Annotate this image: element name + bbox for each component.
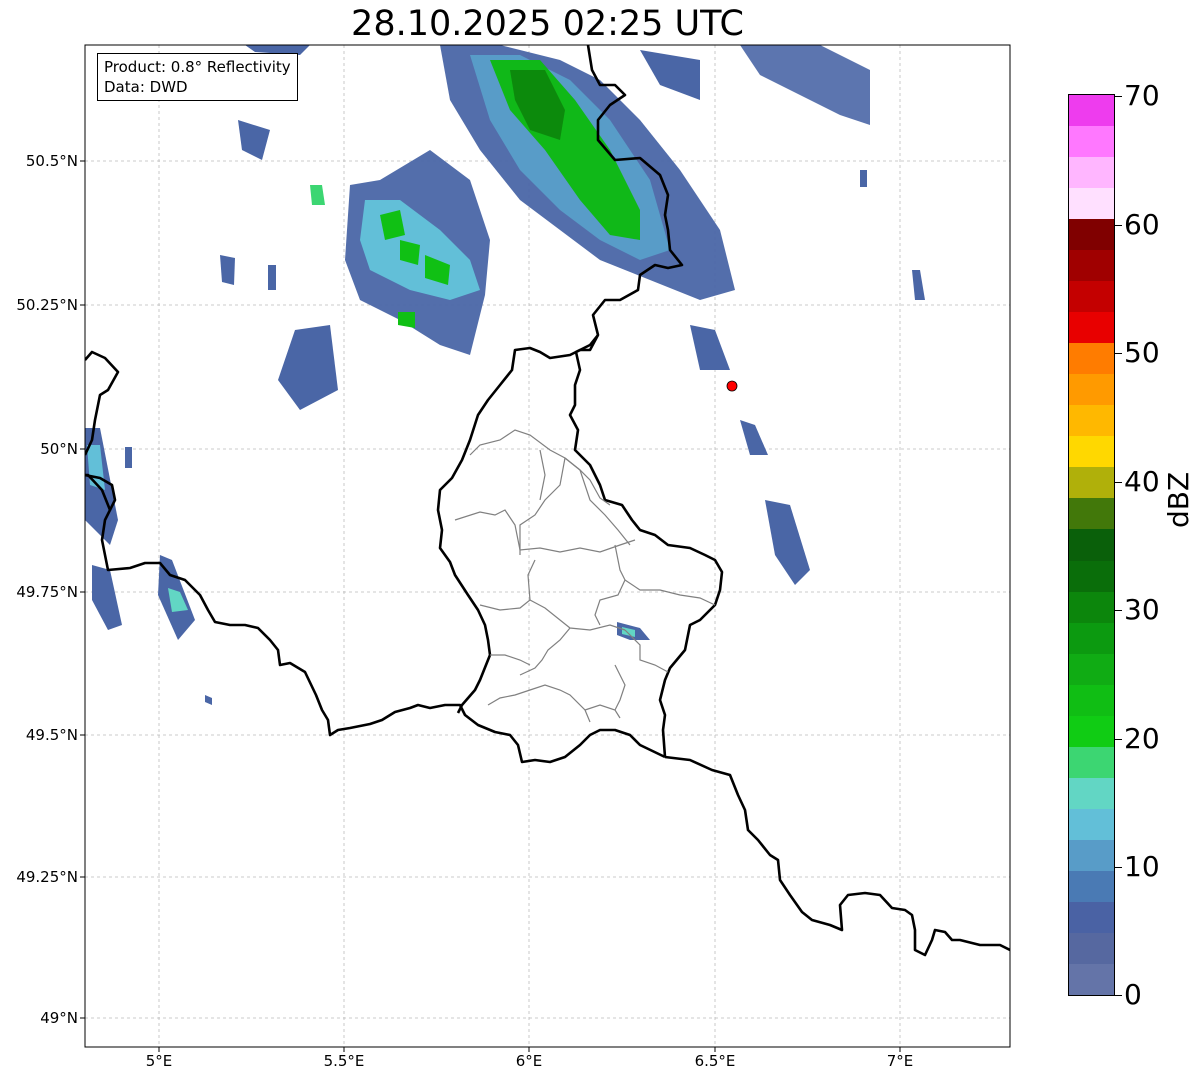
echo-small-1: [238, 120, 270, 160]
colorbar: [1068, 94, 1115, 996]
colorbar-tick: [1114, 867, 1122, 868]
colorbar-segment: [1069, 404, 1114, 437]
echo-small-5: [690, 325, 730, 370]
colorbar-segment: [1069, 125, 1114, 158]
product-label: Product: 0.8° Reflectivity: [104, 58, 291, 76]
location-marker[interactable]: [726, 380, 738, 392]
colorbar-segment: [1069, 187, 1114, 220]
colorbar-segment: [1069, 560, 1114, 592]
echo-far-west-2: [92, 565, 122, 630]
colorbar-segment: [1069, 249, 1114, 282]
district-lines: [454, 429, 716, 723]
colorbar-tick: [1114, 225, 1122, 226]
colorbar-segment: [1069, 746, 1114, 778]
colorbar-label: 20: [1124, 722, 1160, 755]
colorbar-segment: [1069, 653, 1114, 685]
lat-label: 50°N: [40, 440, 78, 458]
colorbar-segment: [1069, 94, 1114, 127]
echo-small-3: [268, 265, 276, 290]
info-box: Product: 0.8° Reflectivity Data: DWD: [97, 53, 298, 101]
colorbar-segment: [1069, 342, 1114, 375]
lon-label: 5.5°E: [323, 1052, 365, 1070]
colorbar-segment: [1069, 715, 1114, 747]
data-source-label: Data: DWD: [104, 78, 188, 96]
lat-label: 49.5°N: [25, 726, 78, 744]
colorbar-label: 0: [1124, 978, 1142, 1011]
echo-small-6: [912, 270, 925, 300]
echo-small-8: [740, 420, 768, 455]
colorbar-segment: [1069, 373, 1114, 406]
colorbar-tick: [1114, 96, 1122, 97]
echo-top-right-small: [640, 50, 700, 100]
colorbar-label: 50: [1124, 336, 1160, 369]
lon-label: 6°E: [515, 1052, 543, 1070]
colorbar-segment: [1069, 591, 1114, 623]
echo-small-11: [125, 447, 132, 468]
colorbar-segment: [1069, 218, 1114, 251]
lat-label: 50.5°N: [25, 152, 78, 170]
colorbar-unit: dBZ: [1162, 471, 1195, 528]
lat-label: 49.75°N: [16, 583, 78, 601]
colorbar-label: 70: [1124, 79, 1160, 112]
colorbar-segment: [1069, 529, 1114, 561]
colorbar-segment: [1069, 808, 1114, 840]
colorbar-segment: [1069, 156, 1114, 189]
echo-small-10: [860, 170, 867, 187]
colorbar-segment: [1069, 684, 1114, 716]
echo-small-9: [205, 695, 212, 705]
axis-ticks: [80, 160, 901, 1052]
echo-small-7: [765, 500, 810, 585]
colorbar-label: 10: [1124, 850, 1160, 883]
colorbar-segment: [1069, 932, 1114, 964]
echo-west-core4: [398, 312, 415, 328]
lon-label: 5°E: [145, 1052, 173, 1070]
colorbar-segment: [1069, 435, 1114, 468]
lat-label: 49°N: [40, 1009, 78, 1027]
colorbar-segment: [1069, 311, 1114, 344]
echo-small-4: [278, 325, 338, 410]
colorbar-segment: [1069, 622, 1114, 654]
radar-map[interactable]: [0, 0, 1202, 1081]
colorbar-segment: [1069, 280, 1114, 313]
lon-label: 7°E: [886, 1052, 914, 1070]
colorbar-segment: [1069, 901, 1114, 933]
colorbar-segment: [1069, 497, 1114, 530]
radar-echoes: [85, 45, 925, 705]
colorbar-segment: [1069, 466, 1114, 499]
lat-label: 50.25°N: [16, 296, 78, 314]
colorbar-tick: [1114, 610, 1122, 611]
colorbar-label: 60: [1124, 208, 1160, 241]
colorbar-segment: [1069, 870, 1114, 902]
colorbar-tick: [1114, 739, 1122, 740]
echo-small-2: [220, 255, 235, 285]
colorbar-label: 40: [1124, 465, 1160, 498]
lat-label: 49.25°N: [16, 868, 78, 886]
colorbar-tick: [1114, 995, 1122, 996]
colorbar-segment: [1069, 839, 1114, 871]
echo-ne: [740, 45, 870, 125]
colorbar-label: 30: [1124, 593, 1160, 626]
lon-label: 6.5°E: [694, 1052, 736, 1070]
colorbar-tick: [1114, 482, 1122, 483]
colorbar-segment: [1069, 777, 1114, 809]
colorbar-tick: [1114, 353, 1122, 354]
colorbar-segment: [1069, 963, 1114, 995]
echo-west-core5: [310, 185, 325, 205]
